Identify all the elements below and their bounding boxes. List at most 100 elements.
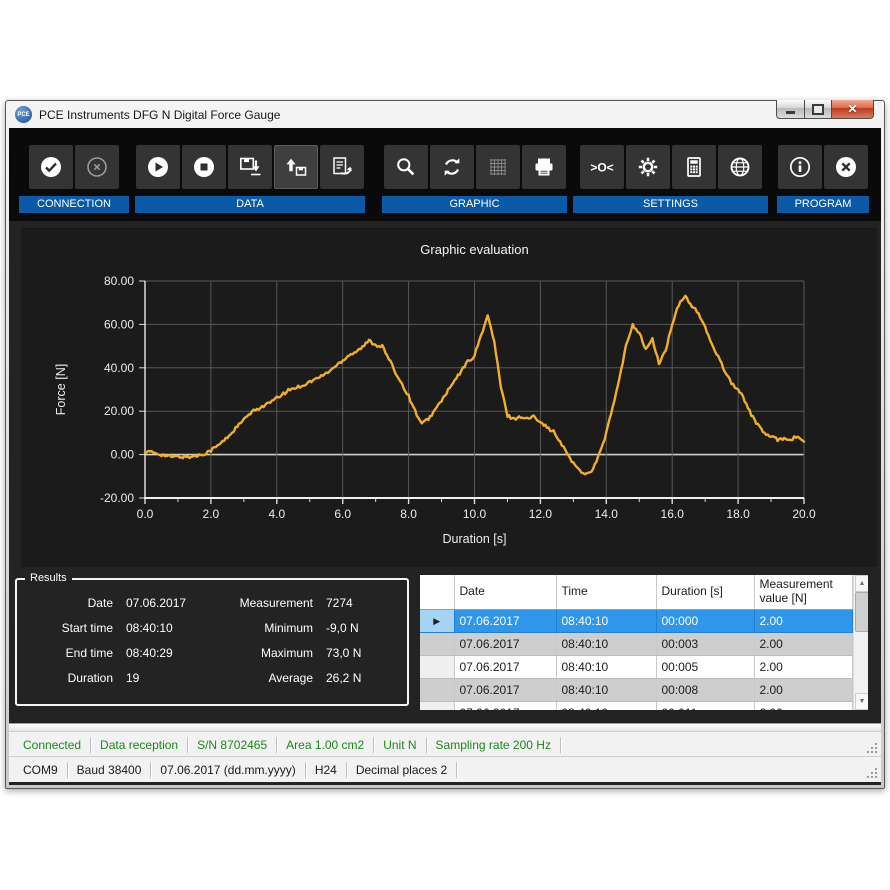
scroll-down-icon[interactable]: ▼ <box>855 693 869 710</box>
svg-text:8.0: 8.0 <box>400 507 417 521</box>
status-item: Unit N <box>374 737 426 753</box>
chart-panel: 80.0060.0040.0020.000.00-20.000.02.04.06… <box>21 228 877 567</box>
column-header[interactable]: Time <box>556 575 656 610</box>
table-cell[interactable]: 08:40:10 <box>556 679 656 702</box>
exit-button[interactable] <box>824 145 868 189</box>
table-cell[interactable]: 08:40:10 <box>556 633 656 656</box>
row-selector-cell[interactable] <box>420 656 454 679</box>
result-value: 26,2 N <box>326 671 361 685</box>
svg-text:40.00: 40.00 <box>104 361 134 375</box>
table-cell[interactable]: 07.06.2017 <box>454 610 556 633</box>
export-report-icon <box>330 155 354 179</box>
scroll-up-icon[interactable]: ▲ <box>855 575 869 592</box>
row-selector-cell[interactable] <box>420 702 454 711</box>
table-scrollbar[interactable]: ▲ ▼ <box>853 575 869 710</box>
disconnect-x-button[interactable] <box>75 145 119 189</box>
save-download-button[interactable] <box>228 145 272 189</box>
table-cell[interactable]: 2.00 <box>754 702 852 711</box>
result-label: Average <box>209 671 313 685</box>
title-bar[interactable]: PCE PCE Instruments DFG N Digital Force … <box>6 101 884 128</box>
globe-language-button[interactable] <box>718 145 762 189</box>
toolbar-group-label: CONNECTION <box>19 196 129 213</box>
resize-grip[interactable] <box>867 743 878 754</box>
close-button[interactable]: ✕ <box>832 100 874 119</box>
resize-grip[interactable] <box>867 768 878 779</box>
result-value: 08:40:10 <box>126 621 173 635</box>
gear-icon <box>636 155 660 179</box>
status-item: 07.06.2017 (dd.mm.yyyy) <box>151 762 305 778</box>
table-cell[interactable]: 00:005 <box>656 656 754 679</box>
table-cell[interactable]: 00:003 <box>656 633 754 656</box>
connect-check-button[interactable] <box>29 145 73 189</box>
table-row[interactable]: 07.06.201708:40:1000:0112.00 <box>420 702 852 711</box>
svg-text:Graphic evaluation: Graphic evaluation <box>420 242 528 257</box>
svg-text:20.00: 20.00 <box>104 404 134 418</box>
row-selector-cell[interactable] <box>420 679 454 702</box>
minimize-button[interactable] <box>776 100 805 119</box>
table-cell[interactable]: 2.00 <box>754 610 852 633</box>
load-upload-button[interactable] <box>274 145 318 189</box>
row-selector-header <box>420 575 454 610</box>
calculator-button[interactable] <box>672 145 716 189</box>
status-item: Decimal places 2 <box>347 762 457 778</box>
table-cell[interactable]: 08:40:10 <box>556 610 656 633</box>
table-cell[interactable]: 2.00 <box>754 633 852 656</box>
table-cell[interactable]: 08:40:10 <box>556 702 656 711</box>
svg-text:-20.00: -20.00 <box>100 491 134 505</box>
table-cell[interactable]: 2.00 <box>754 679 852 702</box>
svg-text:0.0: 0.0 <box>137 507 154 521</box>
table-cell[interactable]: 07.06.2017 <box>454 656 556 679</box>
print-button[interactable] <box>522 145 566 189</box>
table-cell[interactable]: 00:008 <box>656 679 754 702</box>
info-button[interactable] <box>778 145 822 189</box>
table-cell[interactable]: 00:011 <box>656 702 754 711</box>
svg-text:Duration [s]: Duration [s] <box>443 532 507 546</box>
zoom-magnifier-icon <box>394 155 418 179</box>
table-cell[interactable]: 2.00 <box>754 656 852 679</box>
column-header[interactable]: Duration [s] <box>656 575 754 610</box>
table-row[interactable]: 07.06.201708:40:1000:0052.00 <box>420 656 852 679</box>
table-cell[interactable]: 07.06.2017 <box>454 633 556 656</box>
export-report-button[interactable] <box>320 145 364 189</box>
globe-language-icon <box>728 155 752 179</box>
minimize-icon <box>786 111 795 114</box>
result-label: Measurement <box>209 596 313 610</box>
toolbar-group-label: DATA <box>135 196 365 213</box>
play-button[interactable] <box>136 145 180 189</box>
result-label: Minimum <box>209 621 313 635</box>
zoom-magnifier-button[interactable] <box>384 145 428 189</box>
svg-text:16.0: 16.0 <box>661 507 685 521</box>
connect-check-icon <box>39 155 63 179</box>
svg-text:>O<: >O< <box>590 161 613 175</box>
status-item: Baud 38400 <box>68 762 152 778</box>
table-row[interactable]: 07.06.201708:40:1000:0032.00 <box>420 633 852 656</box>
tare-zero-button[interactable]: >O< <box>580 145 624 189</box>
refresh-recycle-button[interactable] <box>430 145 474 189</box>
toolbar-group-label: PROGRAM <box>777 196 869 213</box>
stop-button[interactable] <box>182 145 226 189</box>
svg-text:10.0: 10.0 <box>463 507 487 521</box>
grid-icon <box>486 155 510 179</box>
column-header[interactable]: Date <box>454 575 556 610</box>
table-row[interactable]: 07.06.201708:40:1000:0082.00 <box>420 679 852 702</box>
result-label: End time <box>21 646 113 660</box>
maximize-button[interactable] <box>805 100 832 119</box>
svg-text:0.00: 0.00 <box>111 448 135 462</box>
result-row: Maximum73,0 N <box>209 646 397 660</box>
status-item: S/N 8702465 <box>188 737 277 753</box>
row-selector-cell[interactable] <box>420 633 454 656</box>
scrollbar-thumb[interactable] <box>855 592 869 632</box>
grid-button[interactable] <box>476 145 520 189</box>
table-cell[interactable]: 08:40:10 <box>556 656 656 679</box>
result-value: 73,0 N <box>326 646 361 660</box>
table-cell[interactable]: 07.06.2017 <box>454 679 556 702</box>
column-header[interactable]: Measurement value [N] <box>754 575 852 610</box>
table-cell[interactable]: 00:000 <box>656 610 754 633</box>
gear-button[interactable] <box>626 145 670 189</box>
table-cell[interactable]: 07.06.2017 <box>454 702 556 711</box>
current-row-arrow-icon[interactable]: ▶ <box>420 610 454 633</box>
table-row[interactable]: ▶07.06.201708:40:1000:0002.00 <box>420 610 852 633</box>
close-icon: ✕ <box>847 102 857 116</box>
svg-text:18.0: 18.0 <box>726 507 750 521</box>
load-upload-icon <box>284 155 308 179</box>
